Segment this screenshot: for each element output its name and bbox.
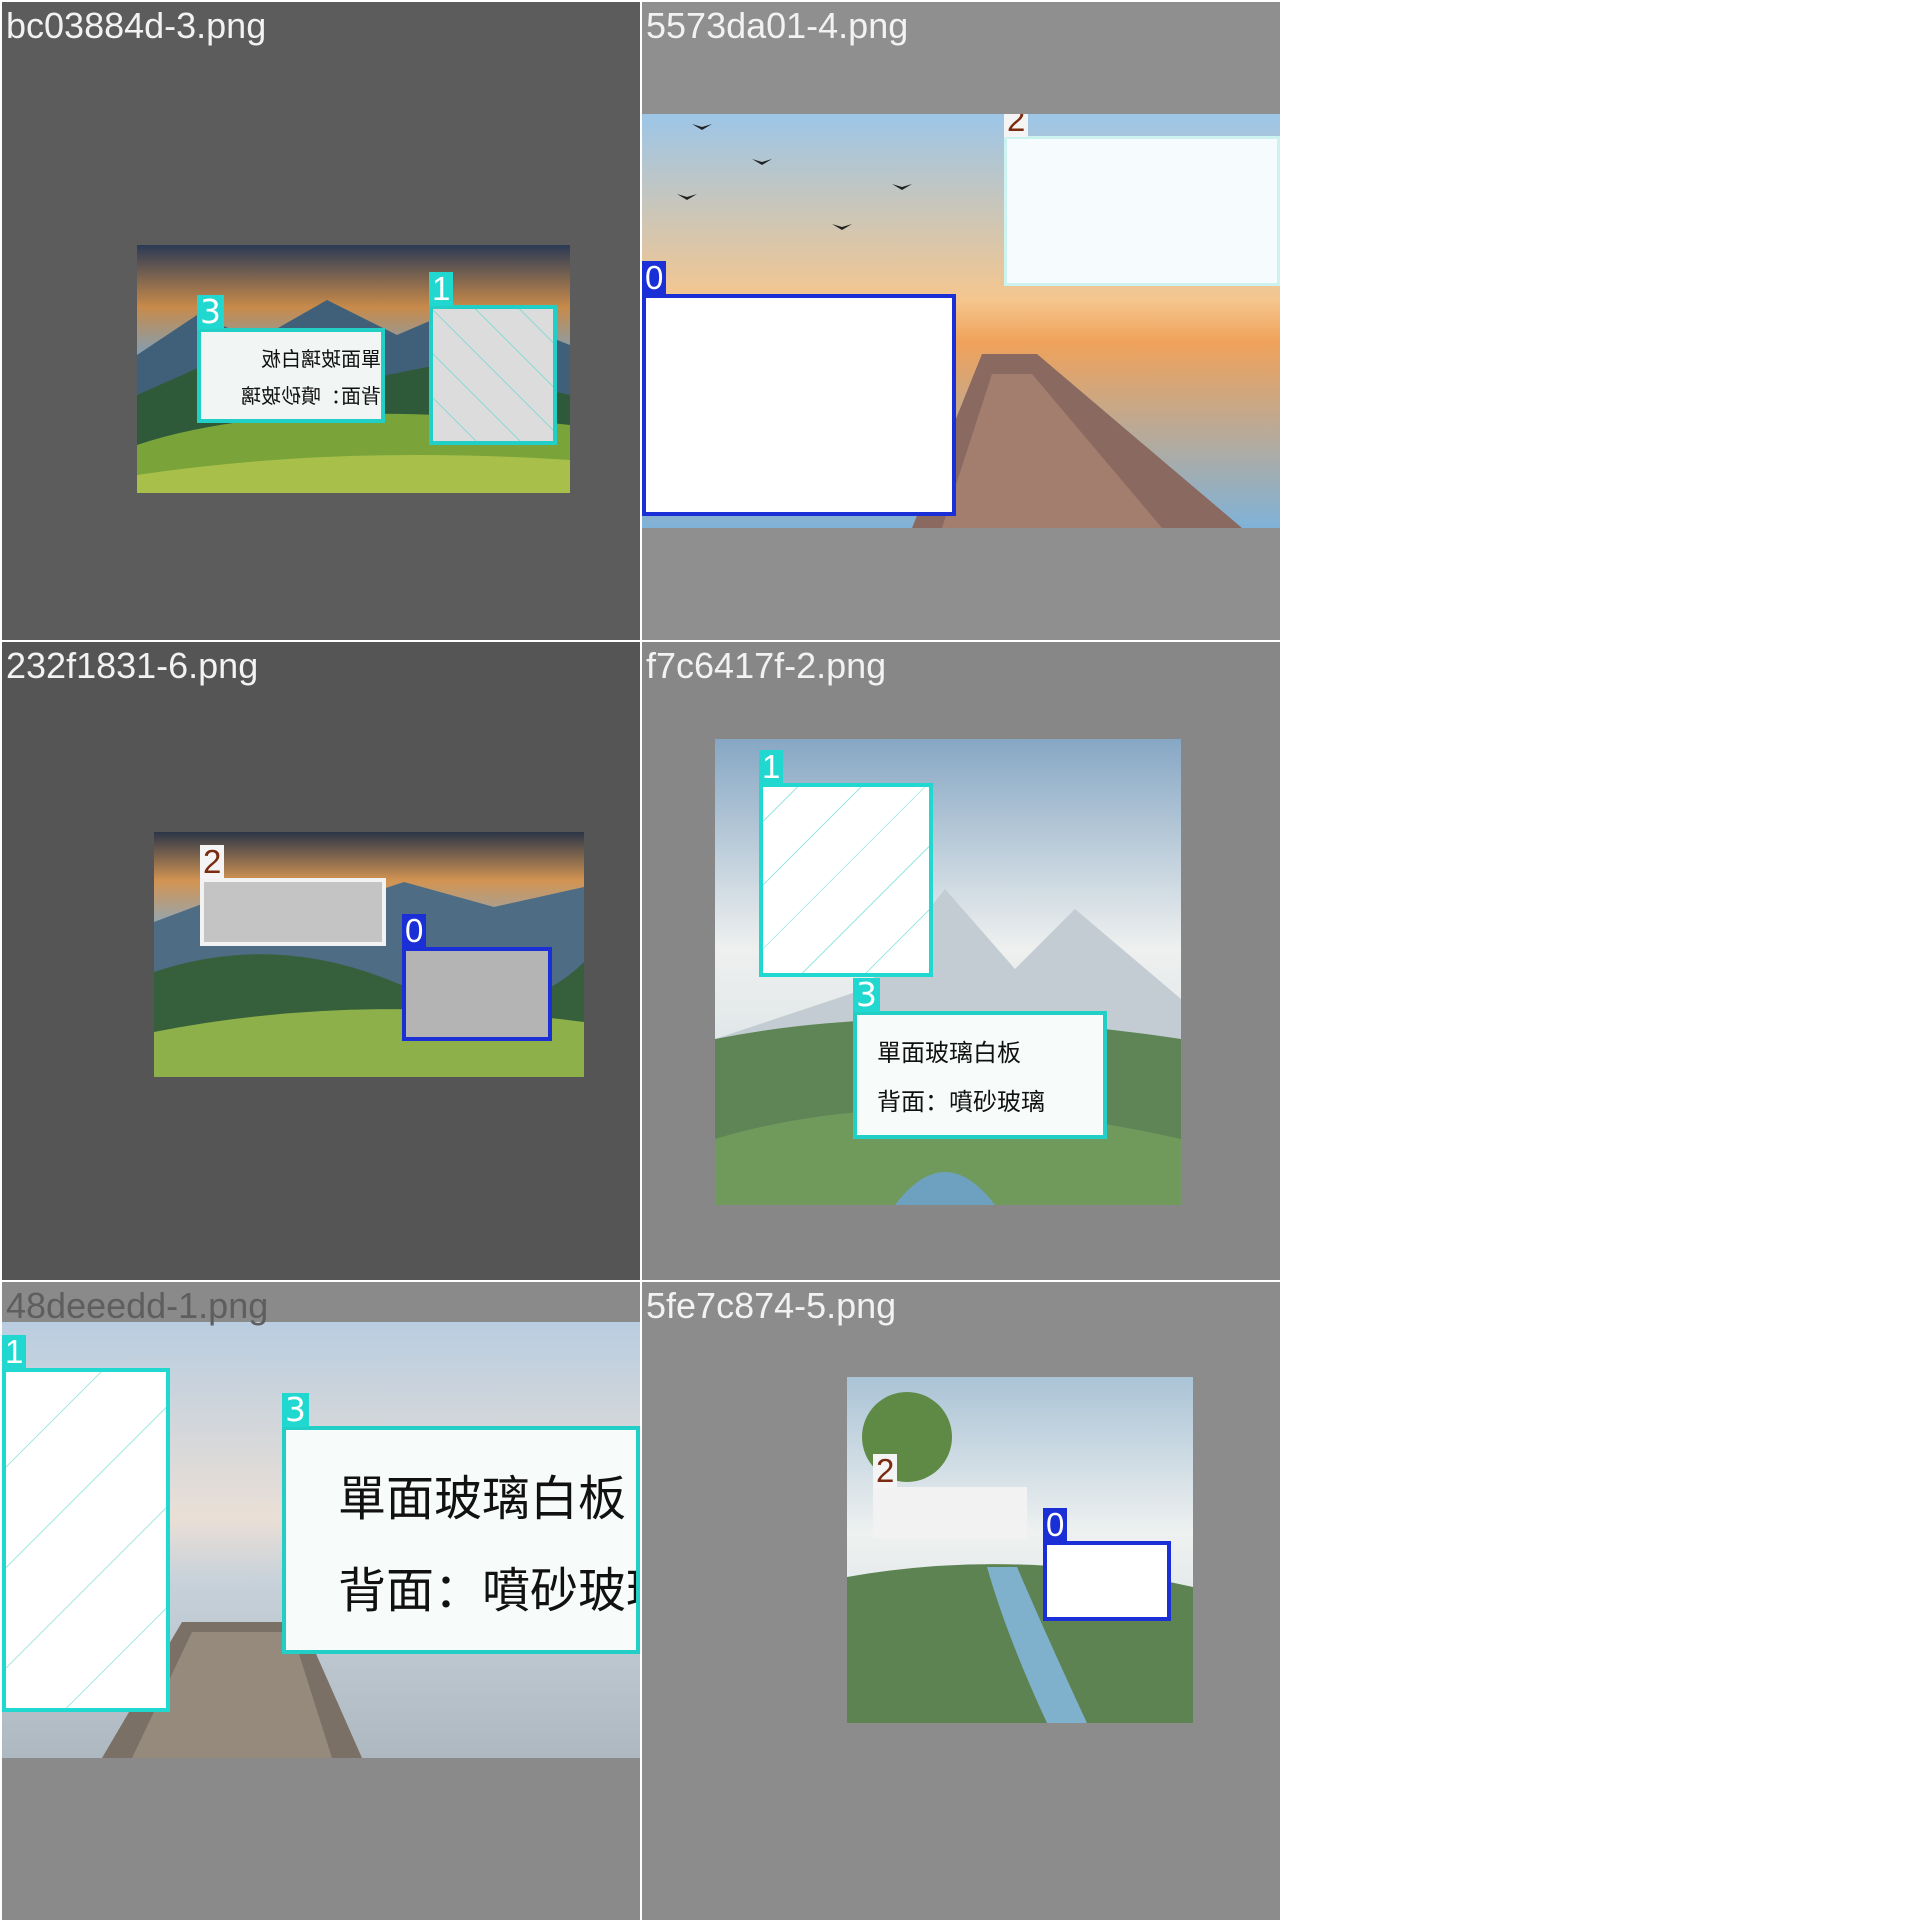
annotation-text-line1: 單面玻璃白板 [261,346,381,371]
annotation-tag-2: 2 [873,1454,898,1488]
tile-5fe7c874[interactable]: 5fe7c874-5.png 2 0 [642,1282,1280,1920]
tile-5573da01[interactable]: 5573da01-4.png 2 0 [642,2,1280,640]
annotation-text-line1: 單面玻璃白板 [338,1471,627,1527]
annotation-tag-1: 1 [429,272,454,306]
annotation-tag-1: 1 [759,750,784,784]
scene-image: 2 0 [847,1377,1193,1723]
annotation-tag-3: 3 [282,1393,309,1427]
annotation-tag-2: 2 [200,845,225,879]
annotation-box-2[interactable]: 2 [873,1454,1027,1539]
annotation-tag-0: 0 [402,914,427,948]
tile-f7c6417f[interactable]: f7c6417f-2.png 1 3 單面玻璃白板 背面：噴砂玻璃 [642,642,1280,1280]
annotation-tag-1: 1 [2,1335,27,1369]
annotation-tag-3: 3 [853,978,880,1012]
scene-image: 1 3 單面玻璃白板 背面：噴砂玻璃 [2,1322,640,1758]
annotation-text-line2: 背面：噴砂玻璃 [338,1563,636,1619]
scene-image: 2 0 [154,832,584,1077]
filename-label: 232f1831-6.png [6,645,259,686]
annotation-box-1[interactable]: 1 [2,1335,170,1712]
annotation-box-3[interactable]: 3 單面玻璃白板 背面：噴砂玻璃 [197,295,385,423]
annotation-tag-2: 2 [1004,114,1029,137]
scene-image: 3 單面玻璃白板 背面：噴砂玻璃 1 [137,245,570,493]
annotation-box-3[interactable]: 3 單面玻璃白板 背面：噴砂玻璃 [853,978,1107,1139]
annotation-tag-0: 0 [642,261,667,295]
tile-232f1831[interactable]: 232f1831-6.png 2 0 [2,642,640,1280]
scene-image: 1 3 單面玻璃白板 背面：噴砂玻璃 [715,739,1181,1205]
annotation-tag-3: 3 [197,295,224,329]
tile-48deeedd[interactable]: 48deeedd-1.png 1 3 單面玻璃白板 背面：噴砂玻璃 [2,1282,640,1920]
annotation-box-3[interactable]: 3 單面玻璃白板 背面：噴砂玻璃 [282,1393,640,1654]
annotation-text-line1: 單面玻璃白板 [877,1039,1021,1067]
tile-bc03884d[interactable]: bc03884d-3.png 3 單面玻璃白板 背面：噴砂玻璃 1 [2,2,640,640]
annotation-box-2[interactable]: 2 [200,845,386,946]
filename-label: f7c6417f-2.png [646,645,887,686]
annotation-box-0[interactable]: 0 [642,261,956,516]
annotation-box-1[interactable]: 1 [429,272,557,445]
filename-label: 5fe7c874-5.png [646,1285,897,1326]
annotation-text-line2: 背面：噴砂玻璃 [877,1088,1045,1116]
annotation-box-0[interactable]: 0 [402,914,552,1041]
annotation-box-2[interactable]: 2 [1004,114,1280,286]
annotation-box-0[interactable]: 0 [1043,1508,1171,1621]
annotation-box-1[interactable]: 1 [759,750,933,977]
filename-label: 5573da01-4.png [646,5,909,46]
filename-label: bc03884d-3.png [6,5,267,46]
annotation-text-line2: 背面：噴砂玻璃 [241,383,381,408]
annotation-tag-0: 0 [1043,1508,1068,1542]
filename-label: 48deeedd-1.png [6,1285,269,1326]
scene-image: 2 0 [642,114,1280,528]
